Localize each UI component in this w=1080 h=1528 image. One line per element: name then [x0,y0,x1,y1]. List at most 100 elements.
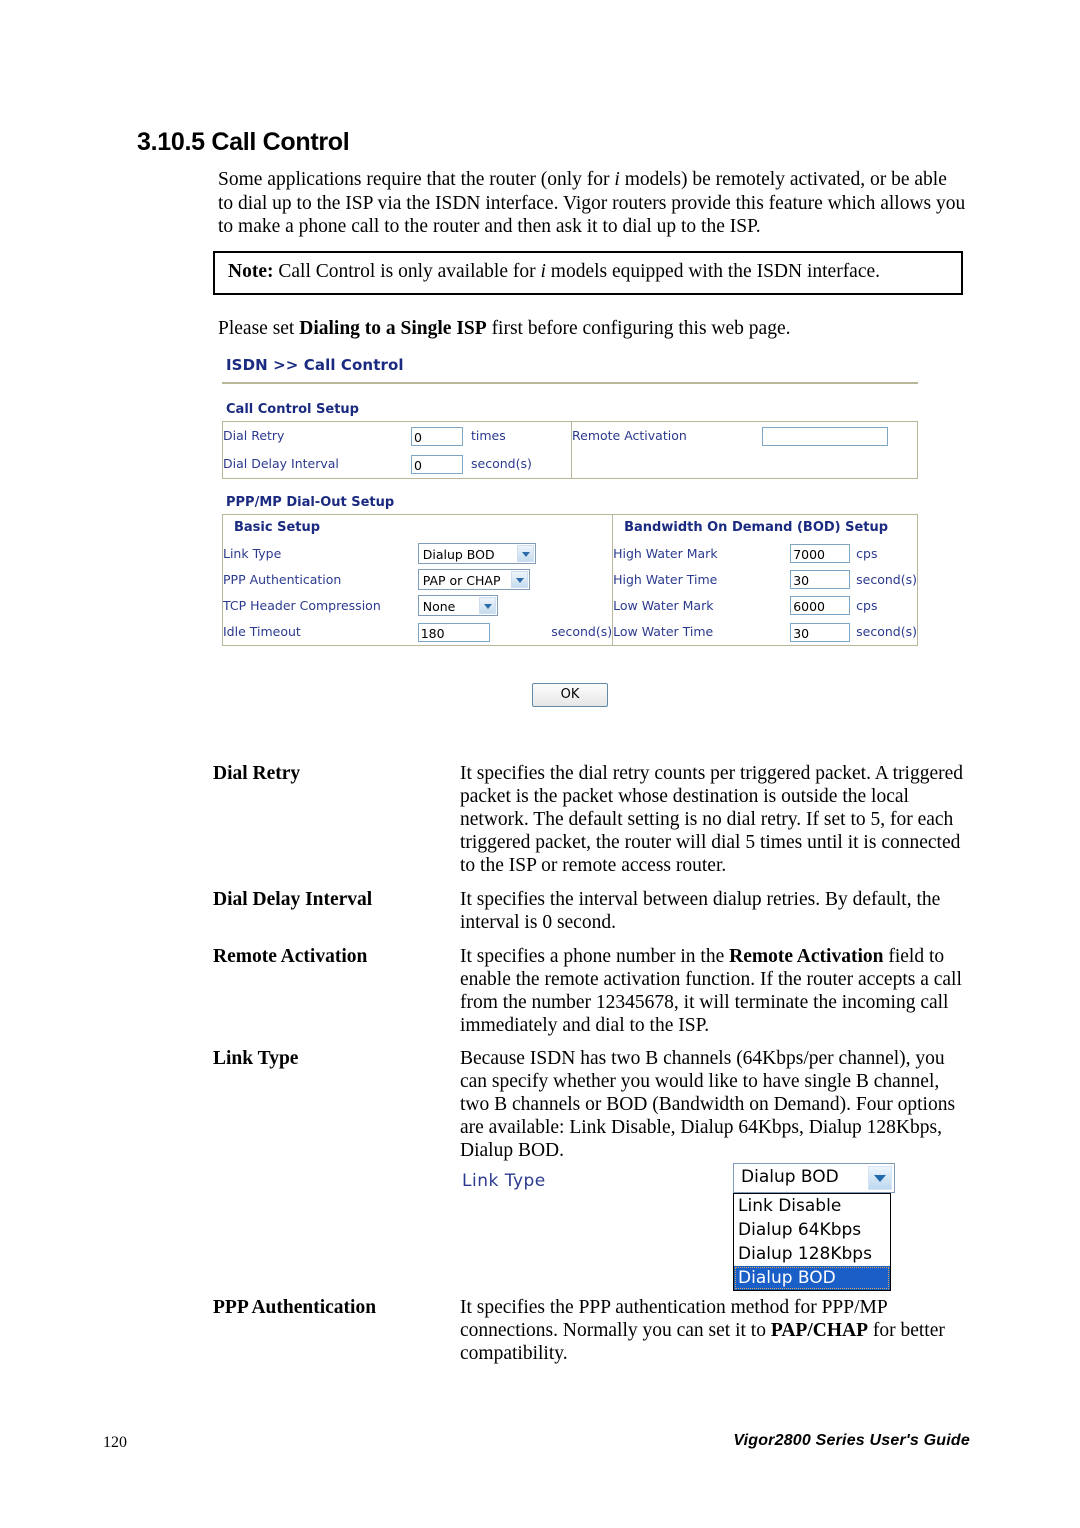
tcp-header-compression-cell: None [417,592,550,618]
table-row: PPP Authentication PAP or CHAP High Wate… [223,566,917,592]
dropdown-option-dialup-128kbps[interactable]: Dialup 128Kbps [734,1242,890,1266]
remote-activation-desc-bold: Remote Activation [729,946,884,967]
ppp-mp-dialout-setup-title: PPP/MP Dial-Out Setup [226,495,395,510]
ppp-authentication-label: PPP Authentication [223,571,342,587]
low-water-time-cell: 30 [790,618,856,645]
ok-button[interactable]: OK [532,683,608,707]
note-part1: Call Control is only available for [273,261,541,282]
definition-desc-dial-retry: It specifies the dial retry counts per t… [460,763,964,876]
remote-activation-cell [762,422,917,449]
table-row: Basic Setup Bandwidth On Demand (BOD) Se… [223,515,917,540]
high-water-time-unit: second(s) [856,571,917,587]
basic-spacer-1 [549,540,612,566]
dropdown-option-dialup-64kbps[interactable]: Dialup 64Kbps [734,1218,890,1242]
definition-term-remote-activation: Remote Activation [213,946,368,967]
link-type-dropdown-illustration: Link Type Dialup BOD Link Disable Dialup… [460,1163,920,1293]
idle-timeout-label: Idle Timeout [223,624,301,639]
low-water-mark-unit: cps [856,597,878,613]
ppp-authentication-select-value: PAP or CHAP [422,572,501,588]
definition-desc-ppp-authentication: It specifies the PPP authentication meth… [460,1296,970,1365]
low-water-time-input[interactable]: 30 [790,622,851,642]
table-row: Dial Retry 0 times Remote Activation [223,422,917,449]
link-type-cell: Dialup BOD [417,540,550,566]
spacer-cell-1 [571,449,762,478]
high-water-time-label: High Water Time [612,566,791,592]
idle-timeout-unit: second(s) [551,624,613,639]
link-type-dropdown-closed[interactable]: Dialup BOD [733,1163,895,1193]
please-set-line: Please set Dialing to a Single ISP first… [218,317,790,340]
bod-setup-title: Bandwidth On Demand (BOD) Setup [612,515,917,540]
dropdown-option-dialup-bod[interactable]: Dialup BOD [734,1266,890,1290]
dropdown-illustration-box: Dialup BOD Link Disable Dialup 64Kbps Di… [733,1163,895,1291]
high-water-time-cell: 30 [790,566,856,592]
page-title: 3.10.5 Call Control [137,128,350,156]
remote-activation-label: Remote Activation [571,422,762,449]
please-part1: Please set [218,318,300,339]
table-row: Link Type Dialup BOD High Water Mark 700… [223,540,917,566]
high-water-mark-unit: cps [856,545,878,561]
dial-delay-interval-unit: second(s) [471,456,532,471]
call-control-setup-table: Dial Retry 0 times Remote Activation Dia… [223,422,917,478]
chevron-down-icon [516,544,534,562]
ppp-authentication-select[interactable]: PAP or CHAP [417,568,530,590]
call-control-setup-title: Call Control Setup [226,402,359,417]
link-type-dropdown-options-list: Link Disable Dialup 64Kbps Dialup 128Kbp… [733,1193,891,1291]
note-box: Note: Call Control is only available for… [213,251,963,295]
breadcrumb: ISDN >> Call Control [226,356,404,374]
dial-retry-input[interactable]: 0 [411,426,463,446]
definition-desc-link-type: Because ISDN has two B channels (64Kbps/… [460,1048,956,1161]
ppp-mp-dialout-setup-box: Basic Setup Bandwidth On Demand (BOD) Se… [222,514,918,646]
call-control-setup-box: Dial Retry 0 times Remote Activation Dia… [222,421,918,479]
dropdown-illustration-label: Link Type [462,1171,546,1191]
definition-term-dial-delay-interval: Dial Delay Interval [213,889,373,910]
high-water-time-input[interactable]: 30 [790,570,851,589]
tcp-header-compression-select[interactable]: None [417,594,498,616]
definition-term-dial-retry: Dial Retry [213,763,301,784]
dropdown-option-link-disable[interactable]: Link Disable [734,1194,890,1218]
basic-spacer-2 [549,566,612,592]
ok-button-row: OK [222,683,918,707]
basic-spacer-3 [549,592,612,618]
intro-paragraph: Some applications require that the route… [218,168,966,239]
note-label: Note: [228,261,274,282]
definition-desc-remote-activation: It specifies a phone number in the Remot… [460,945,970,1037]
footer-page-number: 120 [103,1434,127,1451]
high-water-mark-cell: 7000 [790,540,856,566]
definition-term-ppp-authentication: PPP Authentication [213,1297,377,1318]
spacer-cell-2 [762,449,917,478]
low-water-mark-label: Low Water Mark [612,592,791,618]
ppp-authentication-cell: PAP or CHAP [417,566,550,592]
link-type-select[interactable]: Dialup BOD [417,542,536,564]
low-water-mark-cell: 6000 [790,592,856,618]
please-bold-dialing: Dialing to a Single ISP [299,318,487,339]
ppp-auth-desc-bold: PAP/CHAP [770,1320,868,1341]
basic-setup-title: Basic Setup [234,520,321,535]
table-row: Dial Delay Interval 0 second(s) [223,449,917,478]
remote-activation-input[interactable] [762,426,888,446]
high-water-mark-input[interactable]: 7000 [790,544,851,563]
remote-activation-desc-part1: It specifies a phone number in the [460,946,730,967]
dial-delay-interval-label: Dial Delay Interval [223,456,339,471]
table-row: TCP Header Compression None Low Water Ma… [223,592,917,618]
please-part2: first before configuring this web page. [486,318,791,339]
idle-timeout-cell: 180 [417,618,550,645]
link-type-label: Link Type [223,545,282,561]
chevron-down-icon[interactable] [868,1166,892,1190]
intro-text-part1: Some applications require that the route… [218,169,615,190]
chevron-down-icon [478,596,496,614]
high-water-mark-label: High Water Mark [612,540,791,566]
note-part2: models equipped with the ISDN interface. [545,261,881,282]
definition-desc-dial-delay-interval: It specifies the interval between dialup… [460,889,941,933]
idle-timeout-input[interactable]: 180 [417,622,490,642]
dial-delay-interval-input[interactable]: 0 [411,454,463,474]
tcp-header-compression-label: TCP Header Compression [223,597,381,613]
dial-retry-unit: times [471,428,506,443]
table-row: Idle Timeout 180 second(s) Low Water Tim… [223,618,917,645]
dial-retry-label: Dial Retry [223,428,285,443]
definition-term-link-type: Link Type [213,1048,299,1069]
link-type-select-value: Dialup BOD [422,546,495,562]
low-water-mark-input[interactable]: 6000 [790,596,851,615]
footer-document-title: Vigor2800 Series User's Guide [733,1432,970,1449]
link-type-dropdown-value: Dialup BOD [741,1167,839,1187]
router-web-ui-screenshot: ISDN >> Call Control Call Control Setup … [222,356,918,646]
